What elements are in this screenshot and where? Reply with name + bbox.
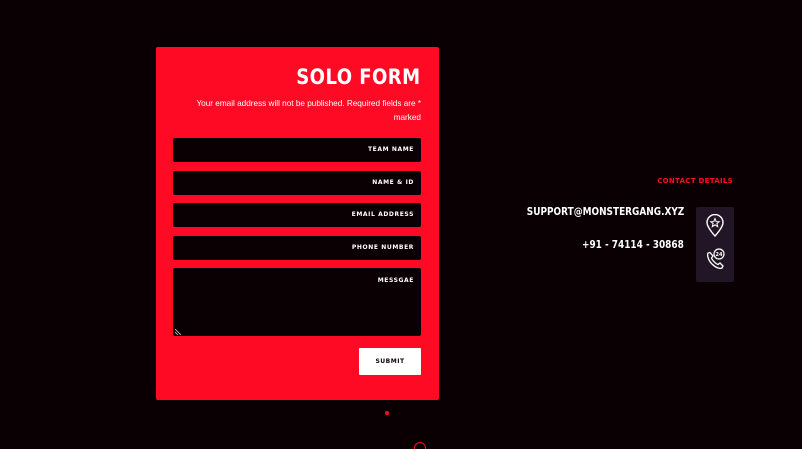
contact-page: SOLO FORM Your email address will not be…	[0, 0, 802, 449]
contact-details-heading: CONTACT DETAILS	[657, 177, 733, 185]
email-field[interactable]: EMAIL ADDRESS	[173, 203, 421, 227]
solo-form-card: SOLO FORM Your email address will not be…	[156, 47, 439, 400]
team-name-field[interactable]: TEAM NAME	[173, 138, 421, 162]
phone-24-icon: 24	[706, 248, 725, 270]
scroll-ring-icon	[414, 442, 426, 449]
name-id-field[interactable]: NAME & ID	[173, 171, 421, 195]
contact-icon-panel: 24	[696, 207, 734, 282]
location-pin-icon	[706, 214, 724, 238]
carousel-dot[interactable]	[385, 411, 389, 415]
svg-text:24: 24	[716, 252, 723, 258]
contact-email[interactable]: SUPPORT@MONSTERGANG.XYZ	[527, 206, 684, 218]
message-field[interactable]: MESSGAE	[173, 268, 421, 336]
contact-phone[interactable]: +91 - 74114 - 30868	[582, 239, 684, 251]
form-note: Your email address will not be published…	[196, 99, 421, 122]
submit-button[interactable]: SUBMIT	[359, 348, 421, 375]
form-title: SOLO FORM	[296, 65, 421, 89]
resize-grip-icon[interactable]	[175, 328, 182, 335]
message-placeholder: MESSGAE	[377, 277, 414, 284]
phone-field[interactable]: PHONE NUMBER	[173, 236, 421, 260]
